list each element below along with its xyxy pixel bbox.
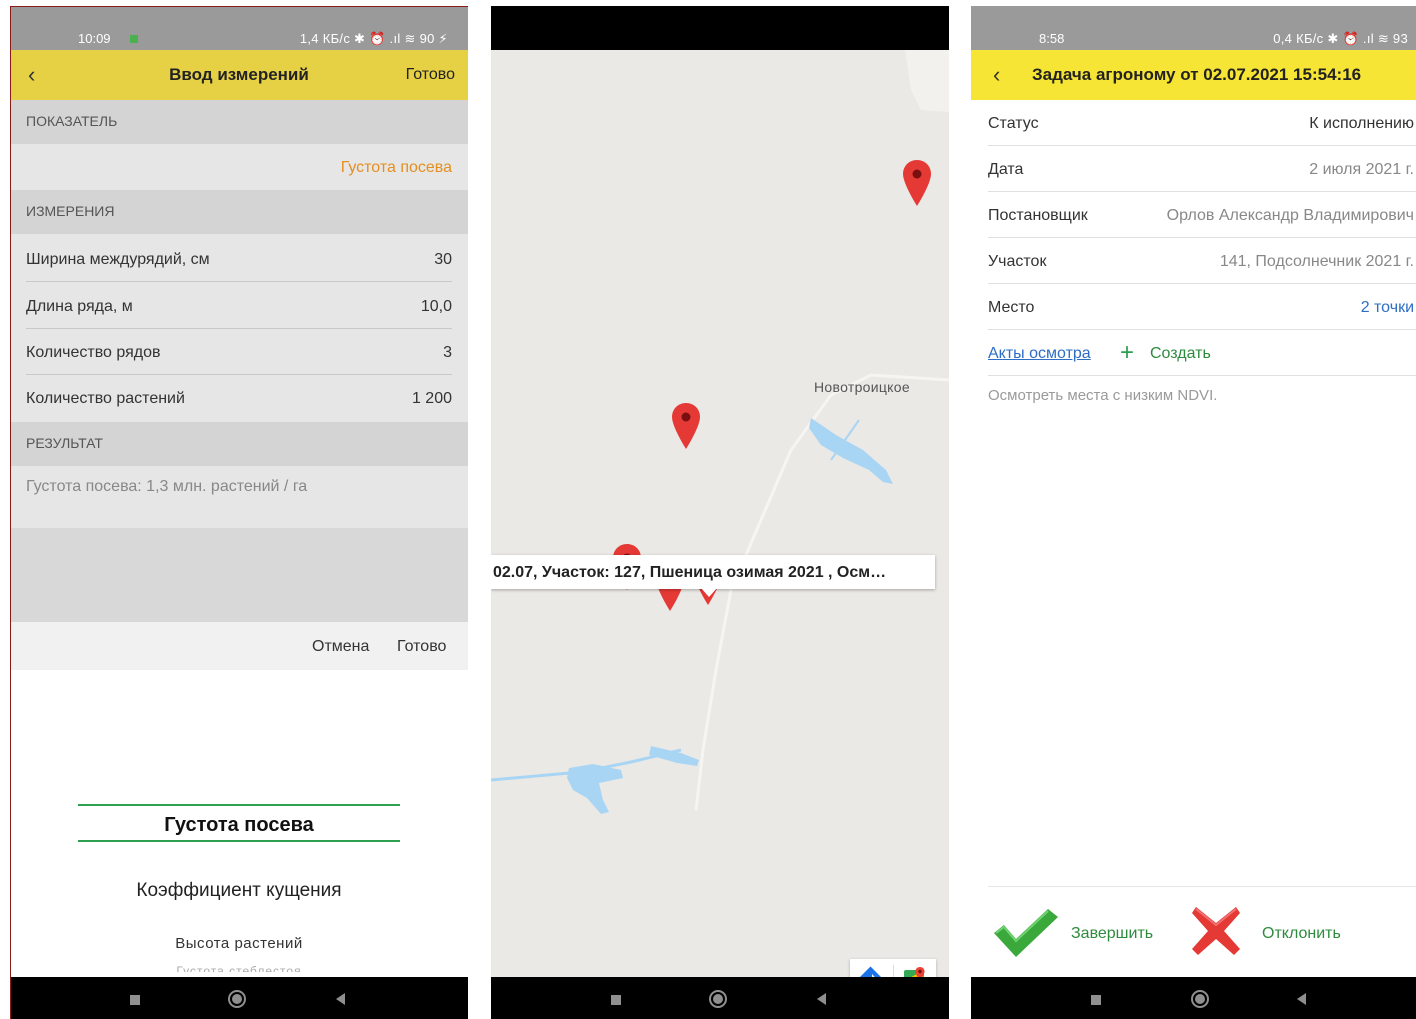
field-label: Постановщик bbox=[988, 207, 1088, 224]
picker-top-line bbox=[78, 804, 400, 806]
field-row-plot[interactable]: Участок 141, Подсолнечник 2021 г. bbox=[971, 238, 1416, 284]
measurement-value: 30 bbox=[434, 251, 452, 268]
directions-icon[interactable] bbox=[850, 959, 893, 977]
map-pin-icon[interactable] bbox=[902, 160, 932, 206]
field-label: Дата bbox=[988, 161, 1024, 178]
result-text: Густота посева: 1,3 млн. растений / га bbox=[26, 478, 308, 495]
map-view[interactable]: Новотроицкое 02.07, Участок: 127, Пшениц… bbox=[491, 50, 949, 977]
inspections-row: Акты осмотра + Создать bbox=[971, 330, 1416, 376]
picker-option[interactable]: Густота стеблестоя bbox=[10, 964, 468, 972]
system-nav-bar bbox=[10, 977, 468, 1019]
field-value: К исполнению bbox=[1309, 115, 1414, 132]
app-header: ‹ Задача агроному от 02.07.2021 15:54:16 bbox=[971, 50, 1416, 100]
status-time: 10:09 bbox=[78, 31, 111, 46]
cancel-button[interactable]: Отмена bbox=[312, 638, 369, 656]
inspections-link[interactable]: Акты осмотра bbox=[988, 345, 1091, 363]
recents-icon[interactable] bbox=[1091, 995, 1101, 1005]
chevron-left-icon[interactable]: ‹ bbox=[993, 62, 1000, 88]
field-row-date[interactable]: Дата 2 июля 2021 г. bbox=[971, 146, 1416, 192]
notification-icon bbox=[130, 35, 138, 43]
field-label: Статус bbox=[988, 115, 1039, 132]
picker-toolbar: Отмена Готово bbox=[10, 622, 468, 670]
complete-label: Завершить bbox=[1071, 925, 1154, 942]
measurement-row[interactable]: Количество растений 1 200 bbox=[10, 375, 468, 421]
field-value: Орлов Александр Владимирович bbox=[1166, 207, 1414, 224]
reject-button[interactable]: Отклонить bbox=[1190, 901, 1370, 961]
measurement-value: 10,0 bbox=[420, 298, 452, 315]
phone-task-screen: 8:58 0,4 КБ/с ✱ ⏰ .ıl ≋ 93 ‹ Задача агро… bbox=[971, 6, 1416, 1019]
recents-icon[interactable] bbox=[130, 995, 140, 1005]
section-measurements: ИЗМЕРЕНИЯ bbox=[10, 190, 468, 234]
place-label: Новотроицкое bbox=[814, 379, 910, 395]
result-row: Густота посева: 1,3 млн. растений / га bbox=[10, 466, 468, 512]
field-value: 2 июля 2021 г. bbox=[1309, 161, 1414, 178]
section-result: РЕЗУЛЬТАТ bbox=[10, 422, 468, 466]
picker-option[interactable]: Коэффициент кущения bbox=[10, 880, 468, 902]
places-link[interactable]: 2 точки bbox=[1361, 299, 1414, 317]
section-indicator: ПОКАЗАТЕЛЬ bbox=[10, 100, 468, 144]
app-header: ‹ Ввод измерений Готово bbox=[10, 50, 468, 100]
status-time: 8:58 bbox=[1039, 31, 1065, 46]
indicator-picker[interactable]: Густота посева Коэффициент кущения Высот… bbox=[10, 670, 468, 978]
field-row-place[interactable]: Место 2 точки bbox=[971, 284, 1416, 330]
system-nav-bar bbox=[491, 977, 949, 1019]
measurement-value: 3 bbox=[443, 344, 452, 361]
page-title: Задача агроному от 02.07.2021 15:54:16 bbox=[1032, 65, 1362, 84]
picker-done-button[interactable]: Готово bbox=[397, 638, 446, 656]
marker-info-window[interactable]: 02.07, Участок: 127, Пшеница озимая 2021… bbox=[491, 555, 935, 589]
field-label: Место bbox=[988, 299, 1035, 316]
done-button[interactable]: Готово bbox=[406, 66, 455, 84]
system-nav-bar bbox=[971, 977, 1416, 1019]
indicator-value: Густота посева bbox=[340, 159, 452, 176]
info-window-tail bbox=[701, 588, 717, 597]
status-bar: 8:58 0,4 КБ/с ✱ ⏰ .ıl ≋ 93 bbox=[971, 6, 1416, 50]
phone-measurements-screen: 10:09 1,4 КБ/с ✱ ⏰ .ıl ≋ 90 ⚡ ‹ Ввод изм… bbox=[10, 6, 468, 1019]
page-title: Ввод измерений bbox=[169, 65, 309, 84]
plus-icon[interactable]: + bbox=[1120, 339, 1134, 367]
cross-icon bbox=[1192, 907, 1240, 955]
picker-option[interactable]: Высота растений bbox=[10, 935, 468, 952]
phone-map-screen: Новотроицкое 02.07, Участок: 127, Пшениц… bbox=[491, 6, 949, 1019]
indicator-field[interactable]: Густота посева bbox=[10, 144, 468, 190]
reject-label: Отклонить bbox=[1262, 925, 1341, 942]
map-pin-icon[interactable] bbox=[671, 403, 701, 449]
measurement-label: Количество рядов bbox=[26, 344, 161, 361]
checkmark-icon bbox=[994, 909, 1058, 957]
home-icon[interactable] bbox=[228, 990, 246, 1008]
home-icon[interactable] bbox=[1191, 990, 1209, 1008]
field-value: 141, Подсолнечник 2021 г. bbox=[1219, 253, 1414, 270]
field-label: Участок bbox=[988, 253, 1047, 270]
status-indicators: 0,4 КБ/с ✱ ⏰ .ıl ≋ 93 bbox=[1273, 31, 1408, 46]
divider bbox=[988, 375, 1416, 376]
status-bar: 10:09 1,4 КБ/с ✱ ⏰ .ıl ≋ 90 ⚡ bbox=[10, 6, 468, 50]
field-row-status[interactable]: Статус К исполнению bbox=[971, 100, 1416, 146]
measurement-row[interactable]: Количество рядов 3 bbox=[10, 329, 468, 375]
status-indicators: 1,4 КБ/с ✱ ⏰ .ıl ≋ 90 ⚡ bbox=[299, 31, 448, 46]
picker-bottom-line bbox=[78, 840, 400, 842]
recents-icon[interactable] bbox=[611, 995, 621, 1005]
back-icon[interactable] bbox=[336, 993, 345, 1005]
create-button[interactable]: Создать bbox=[1150, 345, 1211, 363]
field-row-author[interactable]: Постановщик Орлов Александр Владимирович bbox=[971, 192, 1416, 238]
form-area: ПОКАЗАТЕЛЬ Густота посева ИЗМЕРЕНИЯ Шири… bbox=[10, 100, 468, 622]
measurement-value: 1 200 bbox=[411, 390, 452, 407]
divider bbox=[26, 281, 452, 282]
home-icon[interactable] bbox=[709, 990, 727, 1008]
measurement-label: Длина ряда, м bbox=[26, 298, 133, 315]
google-maps-icon[interactable] bbox=[893, 959, 936, 977]
map-toolbar bbox=[850, 959, 936, 977]
measurement-label: Количество растений bbox=[26, 390, 185, 407]
map-background bbox=[491, 50, 949, 977]
divider bbox=[988, 886, 1416, 887]
measurement-row[interactable]: Длина ряда, м 10,0 bbox=[10, 283, 468, 329]
back-icon[interactable] bbox=[817, 993, 826, 1005]
task-description: Осмотреть места с низким NDVI. bbox=[988, 387, 1218, 404]
complete-button[interactable]: Завершить bbox=[992, 901, 1172, 961]
measurement-row[interactable]: Ширина междурядий, см 30 bbox=[10, 236, 468, 282]
back-icon[interactable] bbox=[1297, 993, 1306, 1005]
measurement-label: Ширина междурядий, см bbox=[26, 251, 210, 268]
picker-selected[interactable]: Густота посева bbox=[10, 814, 468, 837]
dim-overlay bbox=[10, 528, 468, 622]
